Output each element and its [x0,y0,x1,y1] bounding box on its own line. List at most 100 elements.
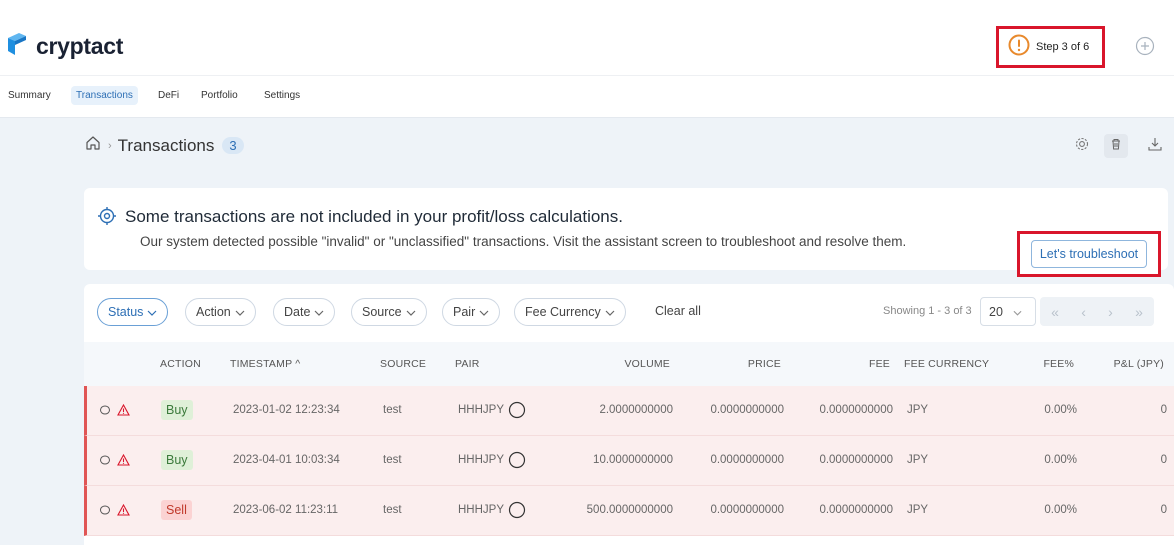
transaction-count-badge: 3 [222,137,244,154]
filter-pair[interactable]: Pair [442,298,501,326]
download-icon [1147,136,1163,157]
step-label: Step 3 of 6 [1036,41,1090,53]
fee-pct: 0.00% [1044,504,1077,516]
timestamp: 2023-06-02 11:23:11 [233,504,339,516]
col-price[interactable]: PRICE [729,358,781,370]
fee-currency: JPY [907,454,929,466]
add-button[interactable] [1135,36,1155,56]
settings-button[interactable] [1070,134,1094,158]
table-row[interactable]: Buy 2023-04-01 10:03:34 test HHHJPY 10.0… [84,436,1174,486]
source: test [383,454,402,466]
warning-icon[interactable] [117,503,130,519]
next-page-icon[interactable]: › [1108,304,1113,320]
volume: 500.0000000000 [586,504,673,516]
comment-icon[interactable] [99,404,111,419]
col-pair[interactable]: PAIR [455,358,480,370]
warning-icon[interactable] [117,453,130,469]
action-badge: Buy [161,450,193,470]
pagination-summary: Showing 1 - 3 of 3 [883,305,972,317]
filter-status[interactable]: Status [97,298,169,326]
trash-icon [1109,137,1123,156]
filter-action[interactable]: Action [185,298,256,326]
price: 0.0000000000 [710,454,784,466]
chevron-down-icon [479,305,489,319]
transactions-panel: Status Action Date Source Pair Fee Curre… [84,284,1174,545]
col-fee-currency[interactable]: FEE CURRENCY [904,358,989,370]
table-row[interactable]: Sell 2023-06-02 11:23:11 test HHHJPY 500… [84,486,1174,536]
pagination-controls: « ‹ › » [1040,297,1154,326]
comment-icon[interactable] [99,504,111,519]
breadcrumb: › Transactions 3 [84,134,244,157]
fee-pct: 0.00% [1044,454,1077,466]
comment-icon[interactable] [99,454,111,469]
fee-pct: 0.00% [1044,404,1077,416]
brand-name: cryptact [36,33,124,59]
pair: HHHJPY [458,504,505,516]
timestamp: 2023-04-01 10:03:34 [233,454,340,466]
pair-select-icon[interactable] [508,451,526,472]
volume: 10.0000000000 [593,454,673,466]
col-volume[interactable]: VOLUME [614,358,670,370]
filter-label: Status [108,305,144,319]
pair-select-icon[interactable] [508,501,526,522]
first-page-icon[interactable]: « [1051,304,1059,320]
plus-circle-icon [1135,36,1155,60]
troubleshoot-button[interactable]: Let's troubleshoot [1030,240,1148,268]
clear-all-link[interactable]: Clear all [655,304,701,318]
col-timestamp[interactable]: TIMESTAMP ^ [230,358,300,370]
prev-page-icon[interactable]: ‹ [1081,304,1086,320]
last-page-icon[interactable]: » [1135,304,1143,320]
top-bar: cryptact Step 3 of 6 [0,0,1174,76]
troubleshoot-highlight: Let's troubleshoot [1017,231,1161,277]
warning-icon[interactable] [117,403,130,419]
nav-item-transactions[interactable]: Transactions [71,86,138,105]
alert-title: Some transactions are not included in yo… [125,207,623,226]
alert-description: Our system detected possible "invalid" o… [140,234,907,249]
col-pl[interactable]: P&L (JPY) [1094,358,1164,370]
nav-item-summary[interactable]: Summary [3,86,56,105]
chevron-down-icon [235,305,245,319]
unclassified-alert: Some transactions are not included in yo… [84,188,1168,270]
col-fee-pct[interactable]: FEE% [1034,358,1074,370]
page-title: Transactions [117,135,215,155]
chevron-down-icon [406,305,416,319]
alert-circle-icon [1008,34,1030,61]
pair-select-icon[interactable] [508,401,526,422]
per-page-select[interactable]: 20 [980,297,1036,326]
filter-label: Pair [453,305,476,319]
volume: 2.0000000000 [599,404,673,416]
logo[interactable]: cryptact [6,32,123,61]
filter-source[interactable]: Source [351,298,427,326]
col-source[interactable]: SOURCE [380,358,426,370]
filter-fee-currency[interactable]: Fee Currency [514,298,626,326]
pl: 0 [1160,404,1167,416]
nav-item-settings[interactable]: Settings [259,86,305,105]
filter-label: Fee Currency [525,305,601,319]
nav-item-portfolio[interactable]: Portfolio [196,86,243,105]
chevron-down-icon [605,305,615,319]
col-fee[interactable]: FEE [854,358,890,370]
delete-button[interactable] [1104,134,1128,158]
table-row[interactable]: Buy 2023-01-02 12:23:34 test HHHJPY 2.00… [84,386,1174,436]
step-progress-indicator[interactable]: Step 3 of 6 [996,26,1105,68]
target-icon [97,206,117,231]
pl: 0 [1160,454,1167,466]
fee: 0.0000000000 [819,504,893,516]
source: test [383,404,402,416]
fee: 0.0000000000 [819,404,893,416]
cryptact-logo-icon [6,32,28,61]
price: 0.0000000000 [710,404,784,416]
filter-label: Date [284,305,311,319]
chevron-down-icon [147,305,157,319]
pair: HHHJPY [458,454,505,466]
chevron-down-icon [1013,305,1022,319]
col-action[interactable]: ACTION [160,358,201,370]
col-timestamp-label: TIMESTAMP [230,358,293,370]
fee-currency: JPY [907,504,929,516]
fee-currency: JPY [907,404,929,416]
filter-date[interactable]: Date [273,298,336,326]
nav-item-defi[interactable]: DeFi [153,86,184,105]
filter-label: Source [362,305,402,319]
download-button[interactable] [1143,134,1167,158]
home-icon[interactable] [84,134,102,157]
